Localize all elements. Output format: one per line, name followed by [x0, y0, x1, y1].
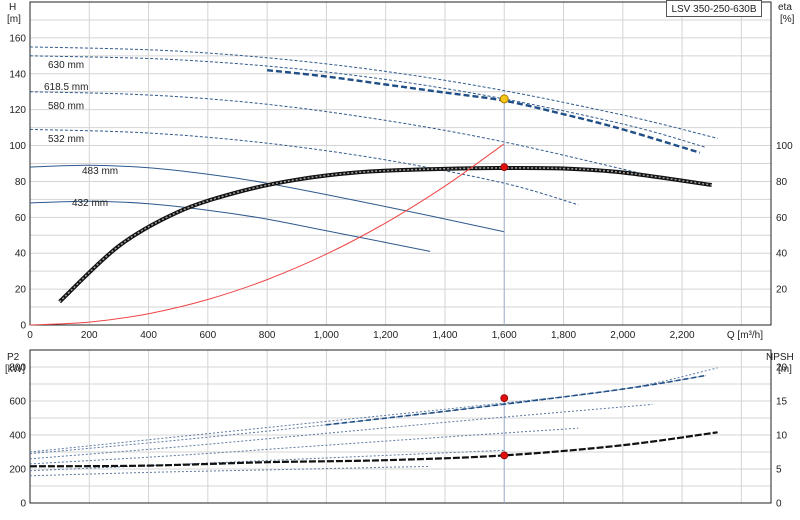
power-curve: [29, 367, 718, 453]
x-tick-label: 800: [259, 330, 276, 341]
y2-tick-label: 100: [776, 141, 793, 152]
y-tick-label: 140: [9, 69, 26, 80]
y2-axis-label: eta: [778, 2, 792, 13]
npsh-tick-label: 5: [776, 465, 782, 476]
y2-tick-label: 80: [776, 177, 788, 188]
npsh-axis-label: NPSH: [766, 352, 794, 363]
bottom-plot-frame: [29, 349, 772, 504]
impeller-diameter-label: 483 mm: [82, 166, 118, 177]
y-tick-label: 0: [20, 321, 26, 332]
p2-axis-unit: [kW]: [5, 364, 25, 375]
pump-model-label: LSV 350-250-630B: [666, 0, 762, 17]
x-tick-label: 1,200: [373, 330, 398, 341]
y-tick-label: 160: [9, 33, 26, 44]
npsh-curve: [29, 431, 718, 468]
impeller-diameter-label: 618.5 mm: [44, 82, 88, 93]
y-tick-label: 40: [15, 249, 27, 260]
x-tick-label: 1,600: [492, 330, 517, 341]
x-tick-label: 1,000: [314, 330, 339, 341]
x-axis-label: Q [m³/h]: [727, 330, 763, 341]
x-tick-label: 1,400: [432, 330, 457, 341]
p2-tick-label: 400: [9, 431, 26, 442]
y-tick-label: 60: [15, 213, 27, 224]
npsh-tick-label: 10: [776, 431, 788, 442]
y-axis-label: H: [9, 2, 16, 13]
p2-tick-label: 200: [9, 465, 26, 476]
operating-point: [499, 94, 509, 104]
power-curve: [29, 403, 653, 460]
x-tick-label: 200: [81, 330, 98, 341]
pump-performance-chart: 020406080100120140160204060801000 200 400 6…: [5, 1, 795, 510]
x-tick-label: 600: [199, 330, 216, 341]
y-tick-label: 20: [15, 285, 27, 296]
impeller-diameter-label: 532 mm: [48, 134, 84, 145]
x-tick-label: 400: [140, 330, 157, 341]
y-tick-label: 120: [9, 105, 26, 116]
selected-power-curve: [326, 374, 706, 426]
x-tick-label: 0: [27, 330, 33, 341]
y2-tick-label: 60: [776, 213, 788, 224]
impeller-diameter-label: 630 mm: [48, 60, 84, 71]
npsh-axis-unit: [m]: [778, 364, 792, 375]
p2-axis-label: P2: [7, 352, 20, 363]
p2-tick-label: 600: [9, 397, 26, 408]
power-point: [500, 394, 509, 403]
npsh-point: [500, 451, 509, 460]
x-tick-label: 2,200: [670, 330, 695, 341]
power-curve: [29, 427, 579, 465]
npsh-tick-label: 15: [776, 397, 788, 408]
npsh-tick-label: 0: [776, 499, 782, 510]
head-curve: [29, 55, 706, 148]
y2-tick-label: 20: [776, 285, 788, 296]
selected-head-curve: [266, 69, 701, 154]
impeller-diameter-label: 580 mm: [48, 101, 84, 112]
y2-axis-unit: [%]: [780, 14, 795, 25]
y-axis-unit: [m]: [7, 14, 21, 25]
x-tick-label: 2,000: [610, 330, 635, 341]
y-tick-label: 80: [15, 177, 27, 188]
impeller-diameter-label: 432 mm: [72, 198, 108, 209]
y-tick-label: 100: [9, 141, 26, 152]
p2-tick-label: 0: [20, 499, 26, 510]
y2-tick-label: 40: [776, 249, 788, 260]
efficiency-point: [500, 163, 509, 171]
head-curve: [29, 46, 718, 139]
x-tick-label: 1,800: [551, 330, 576, 341]
